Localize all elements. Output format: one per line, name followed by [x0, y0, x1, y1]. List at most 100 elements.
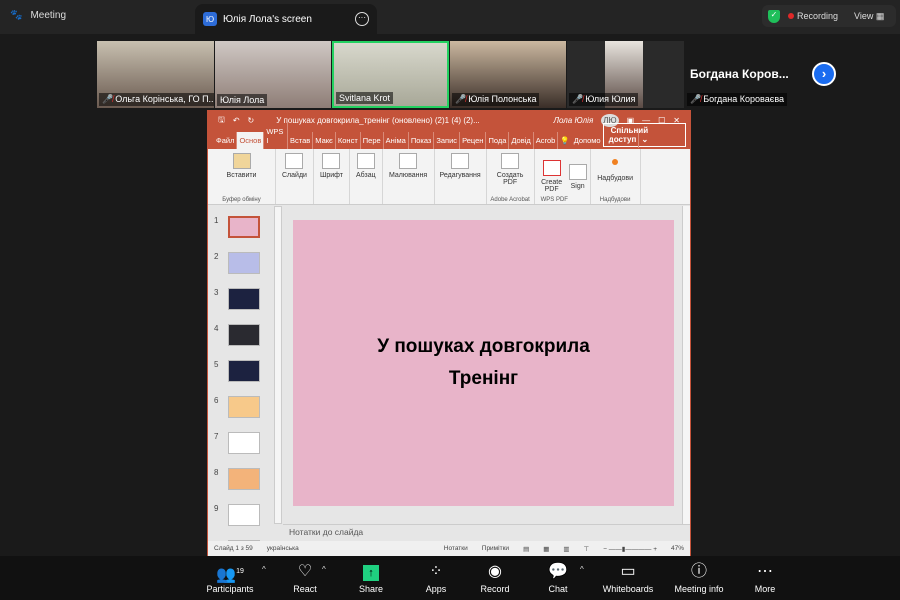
whiteboard-icon: ▭ [620, 563, 636, 580]
paste-icon[interactable] [232, 153, 251, 169]
more-icon: ⋯ [757, 563, 773, 580]
thumbnail-number: 3 [214, 288, 219, 297]
addins-icon [612, 159, 619, 165]
reading-view-icon[interactable]: ▥ [563, 545, 569, 553]
slide-sorter-icon[interactable]: ▦ [543, 545, 549, 553]
sign-label: Sign [570, 182, 585, 190]
view-label: View [854, 10, 874, 21]
share-screen-button[interactable]: ↑ Share [354, 556, 388, 600]
slide-thumbnail[interactable] [228, 216, 260, 238]
caret-up-icon[interactable]: ^ [580, 565, 584, 574]
participant-video-active-speaker[interactable]: Svitlana Krot [332, 41, 449, 108]
slide-thumbnail[interactable] [228, 432, 260, 454]
participant-video[interactable]: Юлія Лола [215, 41, 331, 108]
normal-view-icon[interactable]: ▤ [523, 545, 529, 553]
ribbon: Вставити Буфер обміну Слайди Шрифт Абзац … [208, 149, 690, 205]
share-button[interactable]: Спільний доступ ⌄ [602, 122, 686, 148]
slide-canvas[interactable]: У пошуках довгокрила Тренінг [293, 220, 674, 506]
sign-button[interactable]: Sign [568, 163, 587, 190]
caret-up-icon[interactable]: ^ [322, 565, 326, 574]
slide-thumbnail[interactable] [228, 252, 260, 274]
ribbon-tabs: Файл Основ WPS I Встав Макє Конст Пере А… [208, 122, 690, 149]
tab-transitions[interactable]: Пере [361, 132, 384, 149]
addins-button[interactable]: Надбудови Надбудови [591, 149, 641, 204]
apps-icon: ⁘ [429, 563, 443, 580]
slide-thumbnail[interactable] [228, 504, 260, 526]
save-icon[interactable]: 🖫 [218, 114, 225, 128]
tab-record[interactable]: Запис [434, 132, 461, 149]
apps-button[interactable]: ⁘ Apps [419, 556, 453, 600]
tab-acrobat[interactable]: Acrob [534, 132, 559, 149]
slides-label: Слайди [282, 172, 307, 179]
tab-tell-me[interactable]: Допомо [572, 132, 603, 149]
view-button[interactable]: View ▦ [854, 11, 884, 22]
undo-icon[interactable]: ↶ [233, 116, 240, 125]
meeting-menu[interactable]: 🐾 Meeting [10, 10, 66, 21]
notes-toggle[interactable]: Нотатки [444, 545, 468, 552]
tab-view[interactable]: Пода [486, 132, 510, 149]
tab-slideshow[interactable]: Показ [409, 132, 435, 149]
participant-count: 19 [236, 568, 244, 575]
create-pdf-button[interactable]: Создать PDF Adobe Acrobat [487, 149, 535, 204]
wps-create-pdf-button[interactable]: Create PDF [541, 160, 563, 193]
recording-indicator[interactable]: Recording [788, 11, 838, 21]
slide-thumbnail[interactable] [228, 324, 260, 346]
participant-big-name: Богдана Коров... [690, 67, 789, 81]
participant-tile-no-video[interactable]: Богдана Коров... 🎤̸ Богдана Коровaєва [685, 41, 809, 108]
tab-design[interactable]: Конст [336, 132, 361, 149]
slide-thumbnail[interactable] [228, 360, 260, 382]
whiteboards-button[interactable]: ▭ Whiteboards [599, 556, 657, 600]
participants-icon: 👥19 [216, 566, 244, 584]
participant-video[interactable]: 🎤̸ Ольга Корінська, ГО П... [97, 41, 214, 108]
react-button[interactable]: ♡ React [288, 556, 322, 600]
participant-video[interactable]: 🎤̸ Юлія Полонська [450, 41, 566, 108]
zoom-slider[interactable]: − ——▮———— + [603, 545, 657, 553]
shield-check-icon: ✓ [768, 9, 780, 23]
thumbnail-number: 4 [214, 324, 219, 333]
more-options-icon[interactable]: ··· [355, 12, 369, 26]
tab-review[interactable]: Рецен [460, 132, 487, 149]
slide-subtitle: Тренінг [448, 368, 519, 389]
record-label: Record [480, 584, 510, 594]
slide-thumbnail[interactable] [228, 288, 260, 310]
tab-file[interactable]: Файл [208, 132, 238, 149]
tab-help[interactable]: Довід [509, 132, 534, 149]
share-screen-tab[interactable]: Ю Юлія Лола's screen ··· [195, 4, 377, 34]
meeting-info-button[interactable]: ⓘ Meeting info [670, 556, 728, 600]
notes-field[interactable]: Нотатки до слайда [283, 524, 690, 541]
pdf-icon [501, 153, 520, 169]
redo-icon[interactable]: ↻ [248, 116, 255, 125]
zoom-level[interactable]: 47% [671, 545, 684, 552]
lightbulb-icon[interactable]: 💡 [558, 132, 571, 149]
chat-button[interactable]: 💬 Chat [541, 556, 575, 600]
paragraph-button[interactable]: Абзац [350, 149, 383, 204]
tab-home[interactable]: Основ [237, 132, 265, 149]
slide-scrollbar[interactable] [682, 206, 690, 524]
more-button[interactable]: ⋯ More [748, 556, 782, 600]
next-page-arrow-icon[interactable]: › [812, 62, 836, 86]
slideshow-icon[interactable]: ⊤ [584, 545, 590, 553]
tab-layout[interactable]: Макє [313, 132, 336, 149]
paste-button[interactable]: Вставити [227, 172, 257, 179]
thumbnails-scrollbar[interactable] [274, 206, 282, 524]
drawing-button[interactable]: Малювання [383, 149, 435, 204]
comments-toggle[interactable]: Примітки [482, 545, 509, 552]
tab-wps[interactable]: WPS I [264, 123, 288, 149]
font-button[interactable]: Шрифт [314, 149, 350, 204]
slide-thumbnail[interactable] [228, 396, 260, 418]
more-label: More [754, 584, 776, 594]
drawing-icon [399, 153, 418, 169]
tab-animations[interactable]: Аніма [384, 132, 409, 149]
slides-button[interactable]: Слайди [276, 149, 314, 204]
record-button[interactable]: ◉ Record [476, 556, 514, 600]
recording-status[interactable]: ✓ Recording View ▦ [762, 5, 896, 27]
group-label: Adobe Acrobat [490, 197, 530, 203]
language-indicator[interactable]: українська [267, 545, 299, 552]
slide-thumbnail[interactable] [228, 468, 260, 490]
participant-video[interactable]: 🎤̸ Юлия Юлия [567, 41, 684, 108]
editing-button[interactable]: Редагування [435, 149, 487, 204]
participants-button[interactable]: 👥19 Participants [206, 556, 253, 600]
participant-name: Ольга Корінська, ГО П... [115, 94, 214, 104]
tab-insert[interactable]: Встав [288, 132, 314, 149]
caret-up-icon[interactable]: ^ [262, 565, 266, 574]
